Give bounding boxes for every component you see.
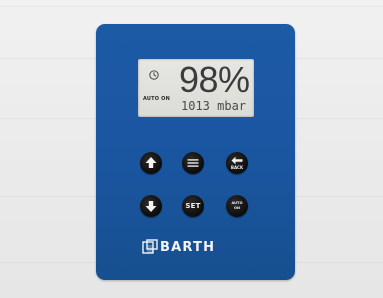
arrow-down-icon [145,201,157,212]
back-button[interactable]: BACK [226,152,248,174]
mode-status-label: AUTO ON [143,96,171,102]
brand-logo: BARTH [142,239,252,257]
back-label: BACK [230,165,244,170]
arrow-up-icon [145,157,157,168]
menu-button[interactable] [182,152,204,174]
barth-logo-icon [142,239,158,254]
controller-panel: AUTO ON 98% 1013 mbar BACK SET AUTO ON B… [96,24,295,280]
menu-lines-icon [187,159,199,167]
on-label: ON [233,206,241,210]
auto-label: AUTO [231,201,243,205]
pressure-value: 1013 mbar [181,99,247,113]
down-button[interactable] [140,195,162,217]
arrow-left-icon [231,156,243,165]
humidity-percent-value: 98% [179,59,250,100]
brand-name: BARTH [160,240,216,255]
clock-icon [149,70,159,80]
set-label: SET [185,202,201,210]
set-button[interactable]: SET [182,195,204,217]
lcd-display: AUTO ON 98% 1013 mbar [138,59,254,117]
up-button[interactable] [140,152,162,174]
auto-on-button[interactable]: AUTO ON [226,195,248,217]
